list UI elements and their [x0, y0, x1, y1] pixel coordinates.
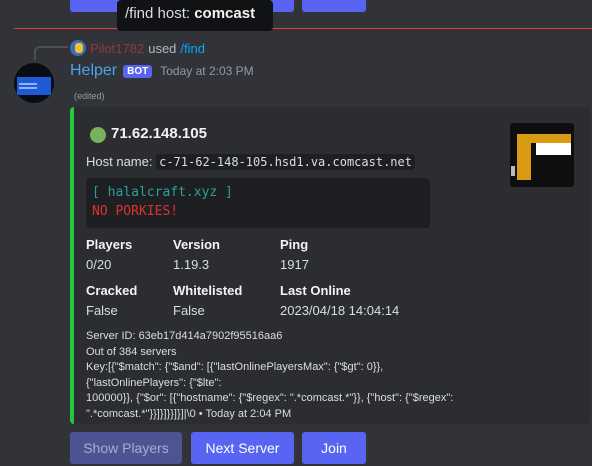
- tooltip-command: /find host:: [125, 5, 195, 22]
- avatar[interactable]: [14, 63, 54, 103]
- tooltip-value: comcast: [194, 5, 256, 22]
- show-players-button[interactable]: Show Players: [70, 432, 182, 464]
- motd-line-1: [ halalcraft.xyz ]: [92, 185, 233, 200]
- author-name[interactable]: Helper: [70, 62, 117, 80]
- server-embed: 71.62.148.105 Host name: c-71-62-148-105…: [70, 107, 590, 424]
- server-id-line: Server ID: 63eb17d414a7902f95516aa6: [86, 330, 283, 342]
- embed-title: 71.62.148.105: [111, 125, 207, 142]
- motd-code-block: [ halalcraft.xyz ] NO PORKIES!: [86, 178, 430, 228]
- field-value: False: [86, 303, 118, 318]
- field-value: False: [173, 303, 205, 318]
- field-whitelisted: Whitelisted False: [173, 283, 242, 318]
- green-circle-icon: [90, 127, 106, 143]
- reply-avatar[interactable]: [70, 40, 86, 56]
- query-key-line: ".*comcast.*"}}]}]}}]}]|\0 • Today at 2:…: [86, 407, 292, 420]
- field-name: Cracked: [86, 283, 138, 298]
- edited-label: (edited): [74, 91, 105, 101]
- new-messages-divider: [14, 28, 592, 29]
- reply-reference[interactable]: Pilot1782 used /find: [70, 40, 205, 56]
- field-ping: Ping 1917: [280, 237, 309, 272]
- next-server-button[interactable]: Next Server: [191, 432, 294, 464]
- embed-footer: Server ID: 63eb17d414a7902f95516aa6 Out …: [86, 329, 486, 422]
- reply-username[interactable]: Pilot1782: [90, 41, 144, 56]
- join-button[interactable]: Join: [302, 432, 366, 464]
- bot-badge: BOT: [123, 64, 153, 78]
- field-name: Version: [173, 237, 220, 252]
- field-value: 1.19.3: [173, 257, 210, 272]
- host-name-line: Host name: c-71-62-148-105.hsd1.va.comca…: [86, 154, 415, 170]
- reply-spine: [34, 46, 68, 60]
- field-last-online: Last Online 2023/04/18 14:04:14: [280, 283, 399, 318]
- field-name: Ping: [280, 237, 309, 252]
- field-name: Last Online: [280, 283, 351, 298]
- field-value: 0/20: [86, 257, 112, 272]
- message-header: Helper BOT Today at 2:03 PM: [70, 62, 254, 80]
- server-icon-thumbnail[interactable]: [510, 123, 574, 187]
- query-key-line: Key:[{"$match": {"$and": [{"lastOnlinePl…: [86, 361, 384, 389]
- host-name-value: c-71-62-148-105.hsd1.va.comcast.net: [156, 154, 415, 170]
- reply-used-text: used: [148, 40, 177, 56]
- field-value: 1917: [280, 257, 309, 272]
- motd-line-2: NO PORKIES!: [92, 204, 179, 219]
- field-players: Players 0/20: [86, 237, 132, 272]
- server-count-line: Out of 384 servers: [86, 345, 177, 358]
- field-value: 2023/04/18 14:04:14: [280, 303, 400, 318]
- command-tooltip: /find host: comcast: [117, 0, 273, 31]
- message-timestamp[interactable]: Today at 2:03 PM: [160, 64, 253, 78]
- field-name: Whitelisted: [173, 283, 243, 298]
- previous-join-button[interactable]: [302, 0, 366, 12]
- field-name: Players: [86, 237, 133, 252]
- query-key-line: 100000}}, {"$or": [{"hostname": {"$regex…: [86, 392, 454, 404]
- field-version: Version 1.19.3: [173, 237, 220, 272]
- host-name-label: Host name:: [86, 154, 153, 169]
- field-cracked: Cracked False: [86, 283, 137, 318]
- reply-command[interactable]: /find: [180, 41, 205, 56]
